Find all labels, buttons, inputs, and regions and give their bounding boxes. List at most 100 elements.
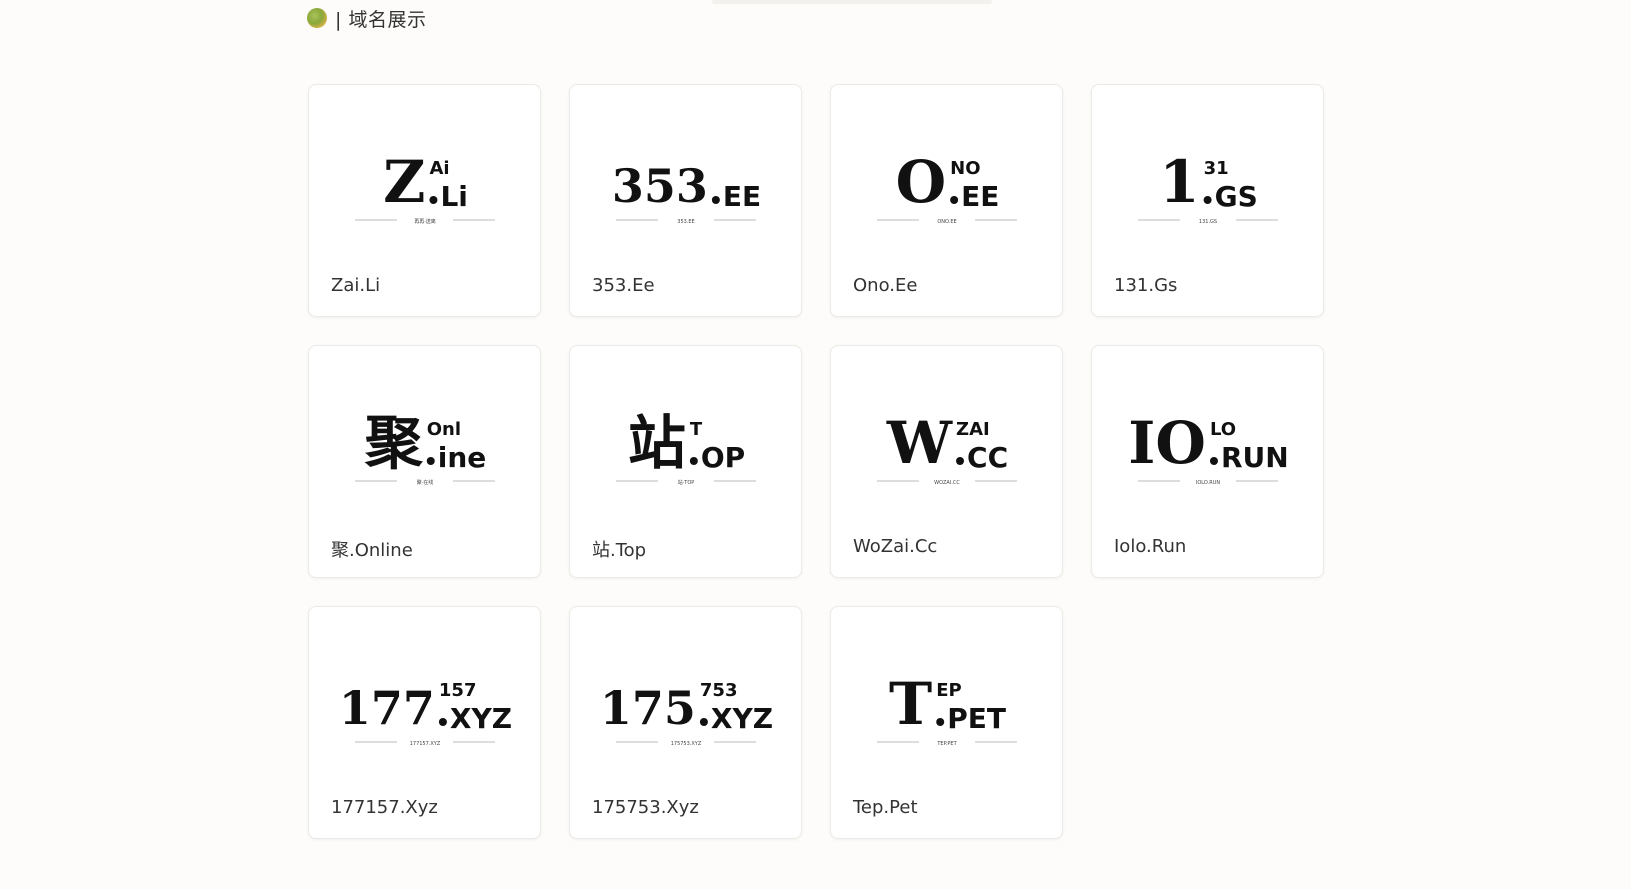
domain-logo-image: 站 T OP 站·TOP	[570, 376, 801, 506]
logo-sup-text: Onl	[426, 419, 460, 440]
logo-caption-text: 131.GS	[1198, 219, 1216, 225]
domain-logo-image: W ZAI CC WOZAI.CC	[831, 376, 1062, 506]
brush-logo-icon: 177 157 XYZ 177157.XYZ	[338, 680, 511, 747]
logo-sup-text: T	[689, 419, 702, 440]
domain-card-11[interactable]: T EP PET TEP.PET Tep.Pet	[830, 606, 1063, 839]
logo-sup-text: 31	[1203, 158, 1228, 179]
logo-tail-text: CC	[967, 441, 1008, 474]
logo-dot	[949, 196, 958, 204]
domain-logo-image: 聚 Onl ine 聚·在线	[309, 376, 540, 506]
logo-tail-text: GS	[1214, 180, 1257, 213]
logo-dot	[1203, 196, 1212, 204]
domain-card-5[interactable]: 聚 Onl ine 聚·在线 聚.Online	[308, 345, 541, 578]
top-scroll-indicator	[712, 0, 992, 4]
logo-icon	[307, 8, 327, 28]
domain-logo-image: 177 157 XYZ 177157.XYZ	[309, 637, 540, 767]
logo-dot	[438, 718, 447, 726]
logo-caption-text: 站·TOP	[677, 479, 694, 486]
logo-sup-text: 753	[699, 680, 737, 701]
brush-logo-icon: 聚 Onl ine 聚·在线	[354, 409, 495, 486]
logo-tail-text: XYZ	[449, 702, 511, 735]
brush-logo-icon: O NO EE ONO.EE	[876, 148, 1017, 225]
logo-main-text: 175	[599, 681, 695, 735]
domain-name: Iolo.Run	[1114, 536, 1187, 557]
logo-main-text: 站	[627, 409, 685, 477]
logo-dot	[689, 457, 698, 465]
domain-name: WoZai.Cc	[853, 536, 938, 557]
domain-logo-image: Z Ai Li 再再·送离	[309, 115, 540, 245]
domain-logo-image: T EP PET TEP.PET	[831, 637, 1062, 767]
domain-name: 聚.Online	[331, 540, 413, 561]
logo-main-text: 聚	[363, 409, 423, 477]
logo-sup-text: Ai	[429, 158, 449, 179]
logo-dot	[426, 457, 435, 465]
logo-caption-text: TEP.PET	[936, 741, 957, 747]
page-title: | 域名展示	[335, 8, 427, 31]
logo-sup-text: ZAI	[956, 419, 990, 440]
domain-grid: Z Ai Li 再再·送离 Zai.Li 353 EE 353.EE 353.E…	[308, 84, 1324, 839]
brush-logo-icon: 站 T OP 站·TOP	[615, 409, 756, 486]
logo-caption-text: 177157.XYZ	[409, 741, 440, 747]
logo-sup-text: EP	[936, 680, 962, 701]
domain-card-8[interactable]: IO LO RUN IOLO.RUN Iolo.Run	[1091, 345, 1324, 578]
domain-card-7[interactable]: W ZAI CC WOZAI.CC WoZai.Cc	[830, 345, 1063, 578]
logo-tail-text: OP	[700, 441, 744, 474]
logo-caption-text: 再再·送离	[414, 218, 436, 225]
domain-name: Ono.Ee	[853, 275, 918, 296]
brush-logo-icon: 1 31 GS 131.GS	[1137, 148, 1278, 225]
domain-card-1[interactable]: Z Ai Li 再再·送离 Zai.Li	[308, 84, 541, 317]
domain-logo-image: 1 31 GS 131.GS	[1092, 115, 1323, 245]
domain-logo-image: IO LO RUN IOLO.RUN	[1092, 376, 1323, 506]
logo-caption-text: 175753.XYZ	[670, 741, 701, 747]
domain-card-10[interactable]: 175 753 XYZ 175753.XYZ 175753.Xyz	[569, 606, 802, 839]
logo-caption-text: 聚·在线	[416, 479, 433, 486]
domain-name: 131.Gs	[1114, 275, 1178, 296]
logo-main-text: T	[889, 670, 932, 738]
logo-tail-text: XYZ	[710, 702, 772, 735]
domain-logo-image: 175 753 XYZ 175753.XYZ	[570, 637, 801, 767]
logo-caption-text: ONO.EE	[937, 219, 956, 225]
logo-main-text: O	[895, 148, 946, 216]
domain-card-4[interactable]: 1 31 GS 131.GS 131.Gs	[1091, 84, 1324, 317]
logo-main-text: IO	[1128, 409, 1206, 477]
domain-card-3[interactable]: O NO EE ONO.EE Ono.Ee	[830, 84, 1063, 317]
domain-logo-image: O NO EE ONO.EE	[831, 115, 1062, 245]
brush-logo-icon: T EP PET TEP.PET	[876, 670, 1017, 747]
section-header: | 域名展示	[307, 4, 426, 32]
domain-name: 175753.Xyz	[592, 797, 699, 818]
logo-dot	[1209, 457, 1218, 465]
logo-dot	[699, 718, 708, 726]
domain-card-9[interactable]: 177 157 XYZ 177157.XYZ 177157.Xyz	[308, 606, 541, 839]
logo-caption-text: WOZAI.CC	[934, 480, 960, 486]
logo-caption-text: 353.EE	[677, 219, 694, 225]
logo-main-text: W	[885, 409, 952, 477]
logo-tail-text: RUN	[1220, 441, 1288, 474]
domain-name: 177157.Xyz	[331, 797, 438, 818]
logo-tail-text: EE	[722, 180, 760, 213]
brush-logo-icon: IO LO RUN IOLO.RUN	[1128, 409, 1288, 486]
logo-sup-text: 157	[438, 680, 476, 701]
brush-logo-icon: Z Ai Li 再再·送离	[354, 148, 495, 225]
logo-dot	[428, 196, 437, 204]
logo-tail-text: ine	[437, 441, 486, 474]
logo-tail-text: PET	[947, 702, 1006, 735]
logo-sup-text: NO	[950, 158, 980, 179]
domain-name: 353.Ee	[592, 275, 655, 296]
domain-name: Zai.Li	[331, 275, 381, 296]
brush-logo-icon: W ZAI CC WOZAI.CC	[876, 409, 1017, 486]
logo-sup-text: LO	[1209, 419, 1235, 440]
logo-main-text: 1	[1159, 148, 1199, 216]
brush-logo-icon: 353 EE 353.EE	[611, 159, 760, 225]
logo-tail-text: EE	[961, 180, 999, 213]
domain-card-2[interactable]: 353 EE 353.EE 353.Ee	[569, 84, 802, 317]
logo-tail-text: Li	[440, 180, 467, 213]
brush-logo-icon: 175 753 XYZ 175753.XYZ	[599, 680, 772, 747]
logo-dot	[955, 457, 964, 465]
domain-card-6[interactable]: 站 T OP 站·TOP 站.Top	[569, 345, 802, 578]
domain-logo-image: 353 EE 353.EE	[570, 115, 801, 245]
logo-main-text: 353	[611, 159, 707, 213]
logo-main-text: Z	[383, 148, 425, 216]
logo-dot	[935, 718, 944, 726]
domain-name: 站.Top	[592, 540, 647, 561]
logo-main-text: 177	[338, 681, 434, 735]
